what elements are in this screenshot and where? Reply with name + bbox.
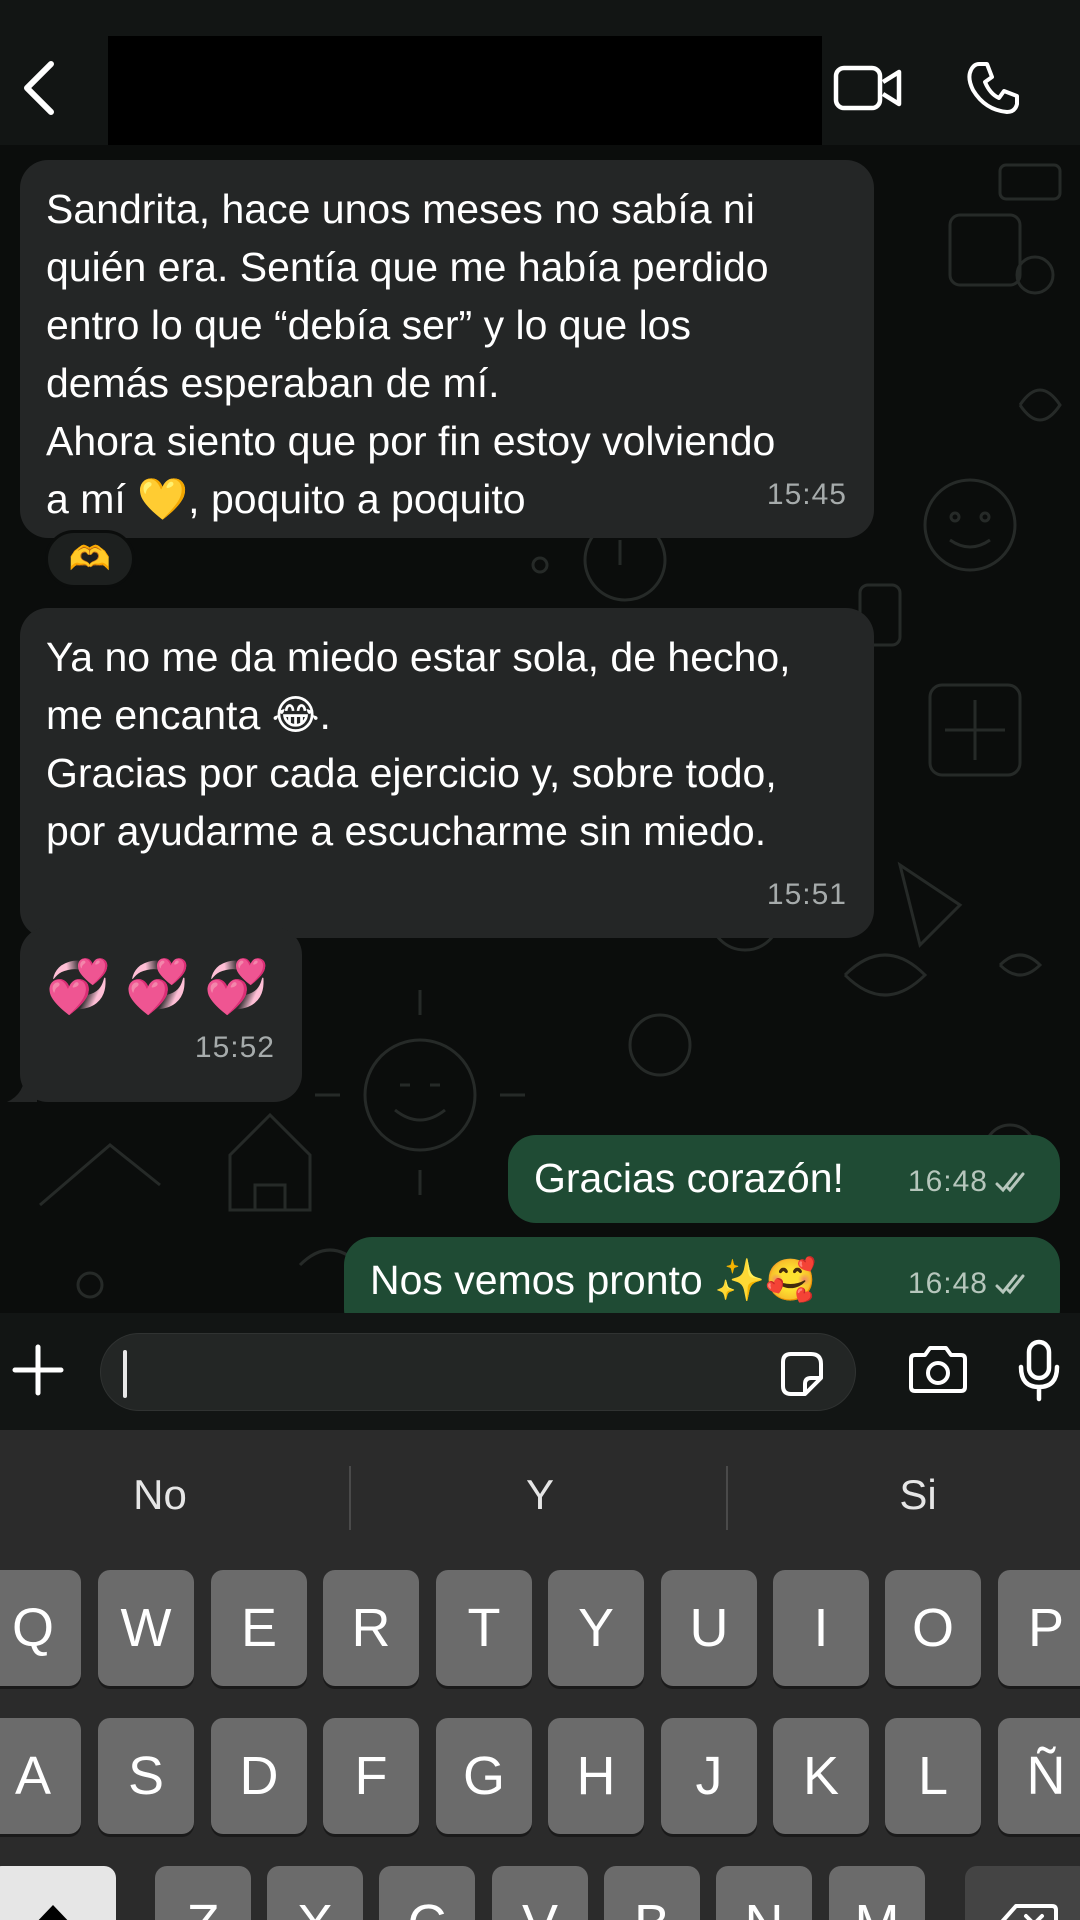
key-l[interactable]: L	[885, 1718, 981, 1834]
double-check-icon	[995, 1274, 1025, 1295]
chevron-left-icon	[24, 61, 54, 115]
key-j[interactable]: J	[661, 1718, 757, 1834]
bubble-tail	[7, 1072, 37, 1102]
message-text: Ya no me da miedo estar sola, de hecho, …	[46, 634, 791, 854]
message-input[interactable]	[100, 1333, 856, 1411]
message-time: 15:51	[766, 878, 847, 911]
attach-button[interactable]	[6, 1335, 70, 1405]
key-q[interactable]: Q	[0, 1570, 81, 1686]
chat-header	[0, 0, 1080, 154]
voice-call-button[interactable]	[948, 48, 1038, 128]
message-time: 15:45	[766, 478, 847, 511]
outgoing-message[interactable]: Gracias corazón! 16:48	[508, 1135, 1060, 1223]
incoming-message[interactable]: 💞 💞 💞 15:52	[7, 927, 302, 1102]
key-x[interactable]: X	[267, 1866, 363, 1920]
suggestion-no[interactable]: No	[0, 1460, 330, 1530]
message-meta: 16:48	[908, 1255, 1036, 1313]
microphone-icon	[1018, 1339, 1060, 1402]
back-button[interactable]	[4, 48, 74, 128]
video-camera-icon	[833, 65, 902, 111]
key-i[interactable]: I	[773, 1570, 869, 1686]
key-f[interactable]: F	[323, 1718, 419, 1834]
key-c[interactable]: C	[379, 1866, 475, 1920]
suggestion-divider	[726, 1466, 728, 1530]
key-k[interactable]: K	[773, 1718, 869, 1834]
key-n[interactable]: N	[716, 1866, 812, 1920]
message-reaction[interactable]: 🫶	[45, 530, 135, 588]
camera-icon	[909, 1346, 967, 1393]
camera-button[interactable]	[898, 1335, 978, 1405]
key-a[interactable]: A	[0, 1718, 81, 1834]
text-cursor	[123, 1350, 127, 1398]
suggestion-divider	[349, 1466, 351, 1530]
key-b[interactable]: B	[604, 1866, 700, 1920]
delete-key[interactable]	[965, 1866, 1080, 1920]
message-meta: 16:48	[908, 1153, 1036, 1211]
key-e[interactable]: E	[211, 1570, 307, 1686]
message-time: 15:52	[194, 1031, 275, 1064]
key-p[interactable]: P	[998, 1570, 1080, 1686]
video-call-button[interactable]	[823, 48, 913, 128]
key-w[interactable]: W	[98, 1570, 194, 1686]
sticker-icon[interactable]	[775, 1348, 827, 1400]
incoming-message[interactable]: Sandrita, hace unos meses no sabía ni qu…	[20, 160, 874, 538]
key-t[interactable]: T	[436, 1570, 532, 1686]
key-g[interactable]: G	[436, 1718, 532, 1834]
phone-icon	[967, 62, 1019, 114]
keyboard: No Y Si Q W E R T Y U I O P A S D F G H …	[0, 1430, 1080, 1920]
message-text: Sandrita, hace unos meses no sabía ni qu…	[46, 186, 776, 522]
key-o[interactable]: O	[885, 1570, 981, 1686]
key-v[interactable]: V	[492, 1866, 588, 1920]
message-time: 16:48	[907, 1267, 988, 1300]
predictive-bar: No Y Si	[0, 1430, 1080, 1565]
suggestion-y[interactable]: Y	[370, 1460, 710, 1530]
key-d[interactable]: D	[211, 1718, 307, 1834]
key-enye[interactable]: Ñ	[998, 1718, 1080, 1834]
key-z[interactable]: Z	[155, 1866, 251, 1920]
chat-area[interactable]: Sandrita, hace unos meses no sabía ni qu…	[0, 145, 1080, 1313]
outgoing-message[interactable]: Nos vemos pronto ✨🥰 16:48	[344, 1237, 1060, 1313]
message-time: 16:48	[907, 1165, 988, 1198]
plus-icon	[12, 1344, 64, 1396]
contact-name-redacted[interactable]	[108, 36, 822, 154]
message-input-bar	[0, 1313, 1080, 1430]
heart-hands-emoji: 🫶	[68, 540, 112, 578]
shift-key[interactable]	[0, 1866, 116, 1920]
shift-icon	[38, 1905, 68, 1920]
key-h[interactable]: H	[548, 1718, 644, 1834]
key-y[interactable]: Y	[548, 1570, 644, 1686]
backspace-icon	[1000, 1904, 1058, 1920]
key-m[interactable]: M	[829, 1866, 925, 1920]
suggestion-si[interactable]: Si	[748, 1460, 1080, 1530]
double-check-icon	[995, 1172, 1025, 1193]
incoming-message[interactable]: Ya no me da miedo estar sola, de hecho, …	[20, 608, 874, 938]
microphone-button[interactable]	[1004, 1333, 1074, 1409]
key-u[interactable]: U	[661, 1570, 757, 1686]
key-s[interactable]: S	[98, 1718, 194, 1834]
key-r[interactable]: R	[323, 1570, 419, 1686]
